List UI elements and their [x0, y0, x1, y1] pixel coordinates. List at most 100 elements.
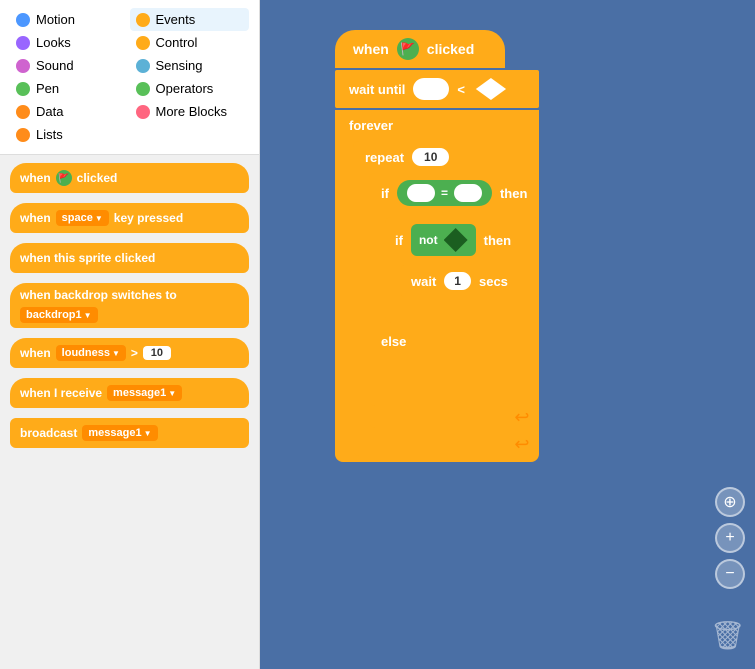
cv-oval1 — [413, 78, 449, 100]
backdrop-switches-label: when backdrop switches to — [20, 288, 177, 302]
canvas-area: when 🚩 clicked wait until < forever — [280, 20, 695, 649]
message1-dropdown[interactable]: message1 — [107, 385, 182, 401]
cv-wait-until-label: wait until — [349, 82, 405, 97]
cv-if-condition: = — [397, 180, 492, 206]
cv-if-not-block[interactable]: if not then — [385, 217, 539, 263]
cv-if2-label: if — [395, 233, 403, 248]
left-panel: Motion Events Looks Control Sound Sensin… — [0, 0, 260, 669]
more-blocks-label: More Blocks — [156, 104, 228, 119]
cv-if-label: if — [381, 186, 389, 201]
events-dot — [136, 13, 150, 27]
cv-flag-icon: 🚩 — [397, 38, 419, 60]
cv-lt-label: < — [457, 82, 465, 97]
broadcast-message-dropdown[interactable]: message1 — [82, 425, 157, 441]
cv-wait-val: 1 — [444, 272, 471, 290]
cv-wait-block[interactable]: wait 1 secs — [401, 265, 539, 297]
space-dropdown[interactable]: space — [56, 210, 109, 226]
cv-if-eq-block[interactable]: if = then — [369, 173, 539, 327]
category-operators[interactable]: Operators — [130, 77, 250, 100]
category-grid: Motion Events Looks Control Sound Sensin… — [0, 0, 259, 155]
cv-when-label: when — [353, 41, 389, 57]
sensing-label: Sensing — [156, 58, 203, 73]
cv-not-diamond — [444, 228, 468, 252]
cv-diamond1 — [473, 78, 509, 100]
zoom-in-button[interactable]: + — [715, 523, 745, 553]
data-label: Data — [36, 104, 63, 119]
when-label-3: when — [20, 346, 51, 360]
cv-wait-until[interactable]: wait until < — [335, 70, 539, 108]
cv-not-condition: not — [411, 224, 476, 256]
control-dot — [136, 36, 150, 50]
gt-label: > — [131, 346, 138, 360]
cv-if-not-close — [385, 301, 539, 323]
cv-forever-label: forever — [335, 110, 539, 141]
data-dot — [16, 105, 30, 119]
cv-not-label: not — [419, 233, 438, 247]
crosshair-button[interactable]: ⊕ — [715, 487, 745, 517]
when-sprite-clicked-block[interactable]: when this sprite clicked — [10, 243, 249, 273]
cv-repeat-close: ↩ — [353, 432, 539, 456]
sprite-clicked-label: when this sprite clicked — [20, 251, 155, 265]
clicked-label-1: clicked — [77, 171, 118, 185]
category-looks[interactable]: Looks — [10, 31, 130, 54]
when-backdrop-block[interactable]: when backdrop switches to backdrop1 — [10, 283, 249, 328]
cv-inner-blocks: if not then wait 1 — [385, 213, 539, 327]
looks-label: Looks — [36, 35, 71, 50]
cv-repeat-val: 10 — [412, 148, 449, 166]
when-label-2: when — [20, 211, 51, 225]
category-lists[interactable]: Lists — [10, 123, 130, 146]
when-key-pressed-block[interactable]: when space key pressed — [10, 203, 249, 233]
blocks-area: when 🚩 clicked when space key pressed wh… — [0, 155, 259, 669]
right-panel: when 🚩 clicked wait until < forever — [260, 0, 755, 669]
receive-label: when I receive — [20, 386, 102, 400]
events-label: Events — [156, 12, 196, 27]
broadcast-block[interactable]: broadcast message1 — [10, 418, 249, 448]
backdrop-dropdown[interactable]: backdrop1 — [20, 307, 98, 323]
category-sensing[interactable]: Sensing — [130, 54, 250, 77]
sensing-dot — [136, 59, 150, 73]
broadcast-label: broadcast — [20, 426, 77, 440]
when-label-1: when — [20, 171, 51, 185]
cv-forever-block[interactable]: forever repeat 10 if — [335, 110, 539, 462]
motion-dot — [16, 13, 30, 27]
key-pressed-label: key pressed — [114, 211, 183, 225]
cv-repeat-block[interactable]: repeat 10 if = the — [353, 141, 539, 428]
motion-label: Motion — [36, 12, 75, 27]
more-blocks-dot — [136, 105, 150, 119]
sound-dot — [16, 59, 30, 73]
cv-else-section: else — [369, 327, 539, 406]
category-motion[interactable]: Motion — [10, 8, 130, 31]
cv-cond-oval2 — [454, 184, 482, 202]
control-label: Control — [156, 35, 198, 50]
pen-dot — [16, 82, 30, 96]
cv-if-eq-close: ↩ — [369, 406, 539, 428]
trash-button[interactable]: 🗑 — [710, 616, 745, 654]
cv-eq-label: = — [441, 186, 448, 200]
when-loudness-block[interactable]: when loudness > 10 — [10, 338, 249, 368]
zoom-out-button[interactable]: − — [715, 559, 745, 589]
category-data[interactable]: Data — [10, 100, 130, 123]
float-controls: ⊕ + − — [715, 487, 745, 589]
category-control[interactable]: Control — [130, 31, 250, 54]
when-flag-clicked-block[interactable]: when 🚩 clicked — [10, 163, 249, 193]
operators-dot — [136, 82, 150, 96]
lists-label: Lists — [36, 127, 63, 142]
loudness-dropdown[interactable]: loudness — [56, 345, 126, 361]
when-receive-block[interactable]: when I receive message1 — [10, 378, 249, 408]
cv-cond-oval1 — [407, 184, 435, 202]
category-events[interactable]: Events — [130, 8, 250, 31]
sound-label: Sound — [36, 58, 74, 73]
flag-icon-1: 🚩 — [56, 170, 72, 186]
cv-else-body — [369, 356, 539, 406]
category-sound[interactable]: Sound — [10, 54, 130, 77]
category-pen[interactable]: Pen — [10, 77, 130, 100]
canvas-when-clicked[interactable]: when 🚩 clicked wait until < forever — [335, 30, 539, 462]
cv-clicked-label: clicked — [427, 41, 474, 57]
operators-label: Operators — [156, 81, 214, 96]
category-more-blocks[interactable]: More Blocks — [130, 100, 250, 123]
lists-dot — [16, 128, 30, 142]
loudness-value[interactable]: 10 — [143, 346, 171, 360]
cv-wait-label: wait — [411, 274, 436, 289]
cv-then-label: then — [500, 186, 527, 201]
cv-then2-label: then — [484, 233, 511, 248]
